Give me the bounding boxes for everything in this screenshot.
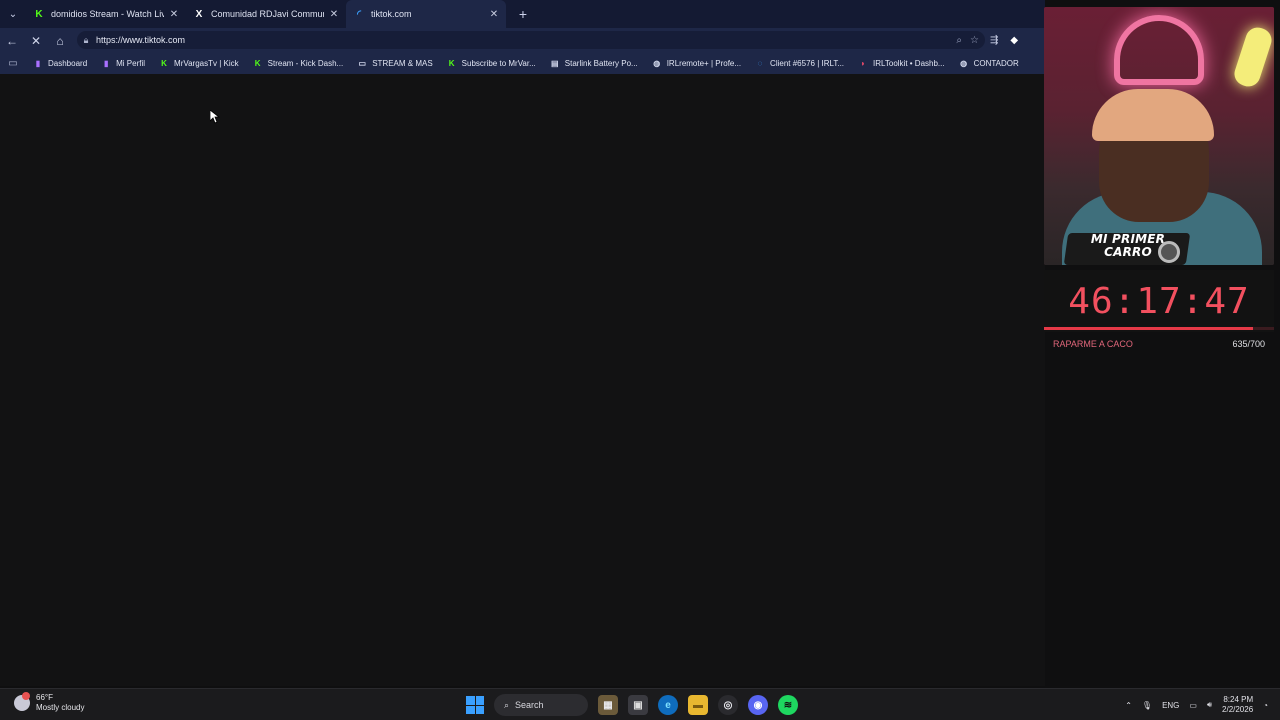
address-bar[interactable]: 🔒︎ https://www.tiktok.com ⌕ ☆ — [77, 31, 985, 49]
bookmark-label: IRLToolkit • Dashb... — [873, 59, 945, 68]
globe-icon: ◍ — [653, 59, 661, 68]
goal-row: RAPARME A CACO 635/700 — [1044, 335, 1274, 353]
bookmark-item[interactable]: ▮ Mi Perfil — [94, 53, 152, 74]
tray-chevron-up-icon[interactable]: ⌃ — [1125, 701, 1132, 710]
tab-title: Comunidad RDJavi Community — [211, 9, 324, 19]
tab-kick-stream[interactable]: K domidios Stream - Watch Live on ✕ — [26, 0, 186, 28]
weather-temp: 66°F — [36, 693, 53, 702]
goal-progress-bar — [1044, 327, 1274, 330]
bookmark-item[interactable]: ◌ Client #6576 | IRLT... — [748, 53, 851, 74]
stop-loading-icon[interactable]: ✕ — [24, 28, 48, 53]
bookmark-item[interactable]: K Stream - Kick Dash... — [246, 53, 351, 74]
volume-icon[interactable]: 🔊︎ — [1207, 700, 1212, 710]
bookmark-label: MrVargasTv | Kick — [174, 59, 239, 68]
irltoolkit-icon: ◗ — [860, 59, 866, 68]
extension-icon[interactable]: ◆ — [1010, 35, 1018, 46]
network-icon[interactable]: ▭ — [1189, 701, 1197, 710]
bookmark-label: IRLremote+ | Profe... — [666, 59, 742, 68]
folder-icon: ▭ — [358, 59, 366, 68]
tab-title: domidios Stream - Watch Live on — [51, 9, 164, 19]
discord-app-icon[interactable]: ◉ — [748, 695, 768, 715]
tab-tiktok[interactable]: ◜ tiktok.com ✕ — [346, 0, 506, 28]
bookmark-item[interactable]: K Subscribe to MrVar... — [440, 53, 543, 74]
clock-time: 8:24 PM — [1223, 695, 1254, 704]
tab-list-chevron-icon[interactable]: ⌄ — [0, 0, 26, 28]
goal-count: 635/700 — [1232, 339, 1265, 349]
address-toolbar: ← ✕ ⌂ 🔒︎ https://www.tiktok.com ⌕ ☆ ⇶ ◆ — [0, 28, 1045, 53]
close-tab-icon[interactable]: ✕ — [488, 9, 500, 20]
webcam-overlay: MI PRIMER CARRO — [1044, 7, 1274, 265]
bookmark-item[interactable]: ◍ CONTADOR — [952, 53, 1026, 74]
bookmark-label: Stream - Kick Dash... — [267, 59, 344, 68]
new-tab-plus-icon[interactable]: + — [512, 6, 534, 22]
close-tab-icon[interactable]: ✕ — [328, 9, 340, 20]
sidebar-toggle-icon[interactable]: ▭ — [0, 58, 26, 69]
page-content[interactable] — [0, 74, 1045, 686]
bookmark-item[interactable]: ▭ STREAM & MAS — [350, 53, 439, 74]
bookmark-label: Subscribe to MrVar... — [461, 59, 536, 68]
tab-title: tiktok.com — [371, 9, 412, 19]
loading-spinner-icon: ◜ — [357, 8, 361, 20]
collections-icon[interactable]: ⇶ — [990, 35, 998, 46]
home-icon[interactable]: ⌂ — [48, 28, 72, 53]
start-windows-icon[interactable] — [466, 696, 484, 714]
clock-date: 2/2/2026 — [1222, 705, 1254, 714]
page-icon: ▤ — [551, 59, 559, 68]
mouse-cursor-icon — [210, 110, 220, 124]
notification-bell-icon[interactable]: ◔ — [1263, 701, 1268, 710]
edge-browser-icon[interactable]: e — [658, 695, 678, 715]
bookmark-item[interactable]: K MrVargasTv | Kick — [152, 53, 246, 74]
bookmark-label: Starlink Battery Po... — [564, 59, 638, 68]
kick-icon: K — [35, 8, 43, 20]
site-info-icon[interactable]: 🔒︎ — [77, 35, 95, 46]
search-icon: ⌕ — [504, 699, 510, 710]
bookmark-label: CONTADOR — [973, 59, 1019, 68]
favorite-star-icon[interactable]: ☆ — [970, 35, 979, 46]
bookmark-item[interactable]: ◍ IRLremote+ | Profe... — [645, 53, 748, 74]
timer-text: 46:17:47 — [1068, 280, 1250, 322]
subathon-timer: 46:17:47 — [1044, 270, 1274, 332]
x-icon: X — [195, 8, 203, 20]
microphone-icon[interactable]: 🎙︎ — [1142, 701, 1152, 710]
clock[interactable]: 8:24 PM 2/2/2026 — [1222, 695, 1253, 715]
kick-icon: K — [448, 59, 455, 68]
search-label: Search — [515, 700, 544, 710]
bookmark-label: Dashboard — [48, 59, 88, 68]
back-arrow-icon[interactable]: ← — [0, 28, 24, 53]
taskbar: 66°F Mostly cloudy ⌕ Search ▦ ▣ e ▬ ◎ ◉ … — [0, 688, 1280, 720]
goal-label: RAPARME A CACO — [1053, 339, 1133, 349]
widgets-app-icon[interactable]: ▦ — [598, 695, 618, 715]
close-tab-icon[interactable]: ✕ — [168, 9, 180, 20]
system-tray: ⌃ 🎙︎ ENG ▭ 🔊︎ 8:24 PM 2/2/2026 ◔ — [1125, 693, 1268, 717]
kick-icon: K — [161, 59, 167, 68]
bookmark-label: Client #6576 | IRLT... — [770, 59, 845, 68]
file-explorer-icon[interactable]: ▬ — [688, 695, 708, 715]
language-indicator[interactable]: ENG — [1162, 701, 1179, 710]
bookmarks-bar: ▭ ▮ Dashboard ▮ Mi Perfil K MrVargasTv | Kick… — [0, 53, 1045, 74]
bookmark-item[interactable]: ▮ Dashboard — [26, 53, 94, 74]
tab-x-community[interactable]: X Comunidad RDJavi Community ✕ — [186, 0, 346, 28]
url-text: https://www.tiktok.com — [96, 35, 186, 45]
kick-icon: K — [254, 59, 261, 68]
obs-app-icon[interactable]: ◎ — [718, 695, 738, 715]
bookmark-item[interactable]: ◗ IRLToolkit • Dashb... — [851, 53, 952, 74]
bookmark-label: Mi Perfil — [116, 59, 146, 68]
weather-widget[interactable]: 66°F Mostly cloudy — [14, 692, 85, 713]
globe-icon: ◍ — [960, 59, 968, 68]
task-view-icon[interactable]: ▣ — [628, 695, 648, 715]
zoom-icon[interactable]: ⌕ — [956, 35, 962, 46]
bookmark-item[interactable]: ▤ Starlink Battery Po... — [543, 53, 645, 74]
spinner-icon: ◌ — [757, 59, 763, 68]
weather-cloud-icon — [14, 692, 30, 711]
weather-desc: Mostly cloudy — [36, 703, 85, 712]
taskbar-search[interactable]: ⌕ Search — [494, 694, 588, 716]
goal-progress-fill — [1044, 327, 1253, 330]
bookmark-label: STREAM & MAS — [372, 59, 433, 68]
twitch-icon: ▮ — [103, 59, 109, 68]
spotify-app-icon[interactable]: ≋ — [778, 695, 798, 715]
wheel-icon — [1158, 241, 1180, 263]
tab-strip: ⌄ K domidios Stream - Watch Live on ✕ X … — [0, 0, 1045, 28]
twitch-icon: ▮ — [35, 59, 41, 68]
